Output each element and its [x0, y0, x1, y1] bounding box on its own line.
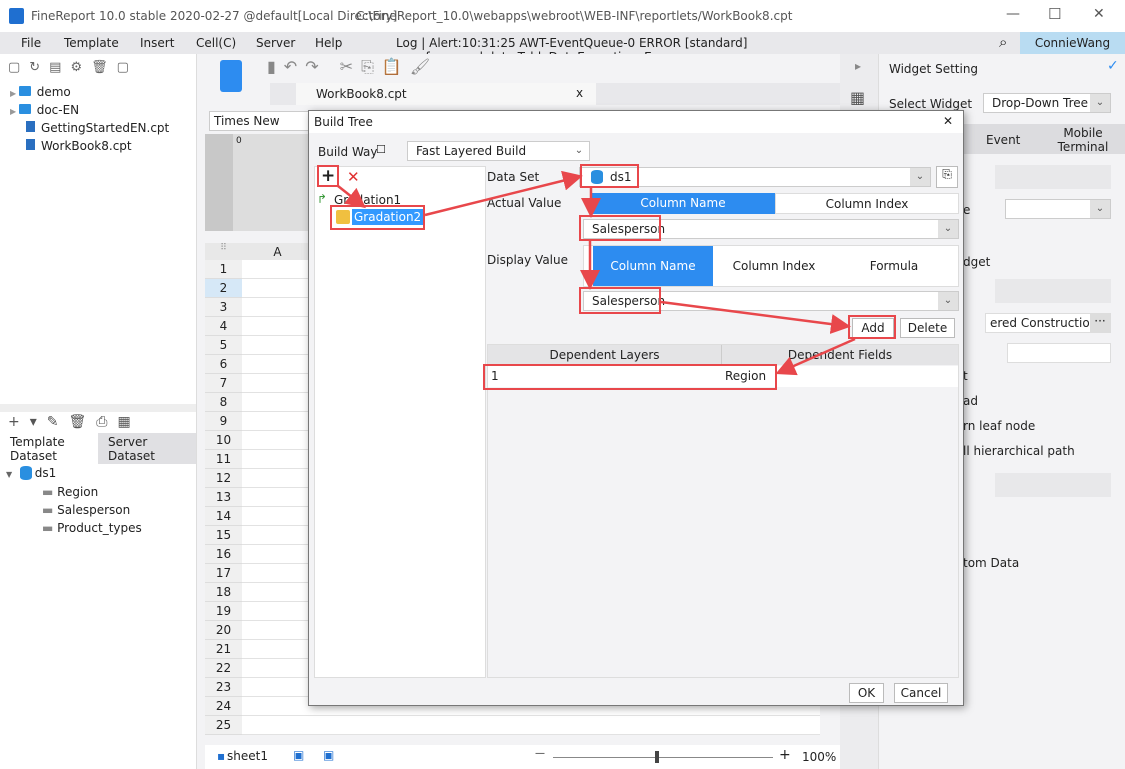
annotation-arrows	[0, 0, 1125, 769]
